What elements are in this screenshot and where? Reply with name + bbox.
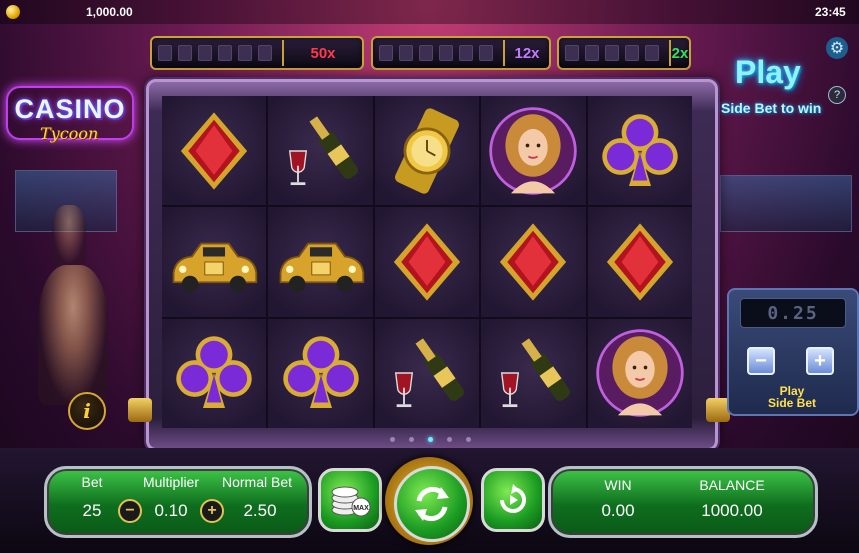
- meter-segment: [625, 45, 639, 61]
- reel-cell-diamond: [481, 207, 586, 317]
- meter-segment: [419, 45, 433, 61]
- meter-segment: [198, 45, 212, 61]
- play-side-bet-label-2: Side Bet: [767, 396, 816, 410]
- multiplier-label: Multiplier: [142, 474, 199, 490]
- normal-bet-label: Normal Bet: [221, 474, 293, 490]
- page-dot: [408, 437, 414, 442]
- side-bet-increase-button[interactable]: +: [806, 347, 834, 375]
- side-bet-value-display: 0.25: [740, 298, 846, 328]
- reel-cell-champagne: [481, 318, 586, 428]
- logo-subtitle: Tycoon: [40, 124, 99, 143]
- meter-segment: [605, 45, 619, 61]
- side-bet-title: Play: [735, 54, 801, 90]
- reel-cell-champagne: [374, 318, 480, 428]
- champagne-symbol-icon: [394, 338, 464, 408]
- autoplay-button[interactable]: [481, 468, 545, 532]
- diamond-symbol-icon: [500, 223, 567, 301]
- club-symbol-icon: [602, 113, 678, 186]
- club-symbol-icon: [282, 336, 359, 409]
- meter-segment: [258, 45, 272, 61]
- balance-value: 1000.00: [701, 501, 763, 520]
- casino-tycoon-logo: CASINO Tycoon: [6, 86, 134, 156]
- normal-bet-value: 2.50: [243, 501, 277, 520]
- clock: 23:45: [815, 5, 846, 19]
- car-symbol-icon: [172, 242, 258, 293]
- car-symbol-icon: [279, 242, 364, 293]
- reel-cell-club: [587, 96, 692, 206]
- reel-cell-car: [162, 207, 267, 317]
- page-dot: [465, 437, 471, 442]
- page-dot: [389, 437, 395, 442]
- meter-segment: [565, 45, 579, 61]
- multiplier-meter-2: 12x: [371, 36, 551, 70]
- info-button[interactable]: i: [68, 392, 106, 430]
- meter-segment: [439, 45, 453, 61]
- reel-cell-diamond: [374, 207, 480, 317]
- multiplier-decrease-button[interactable]: −: [118, 499, 142, 523]
- champagne-symbol-icon: [288, 115, 358, 185]
- meter-segment: [218, 45, 232, 61]
- coin-stack-icon: MAX: [331, 486, 371, 517]
- club-symbol-icon: [176, 336, 252, 409]
- multiplier-value-50x: 50x: [310, 44, 336, 62]
- diamond-symbol-icon: [181, 112, 248, 190]
- max-bet-button[interactable]: MAX: [318, 468, 382, 532]
- win-label: WIN: [604, 477, 632, 493]
- multiplier-value: 0.10: [154, 501, 188, 520]
- multiplier-increase-button[interactable]: +: [200, 499, 224, 523]
- diamond-symbol-icon: [393, 223, 461, 301]
- side-bet-subtitle: Side Bet to win: [721, 100, 822, 116]
- meter-segment: [645, 45, 659, 61]
- page-dot: [427, 437, 433, 442]
- bet-label: Bet: [81, 474, 103, 490]
- coin-icon: [6, 5, 20, 19]
- lady-symbol-icon: [489, 106, 578, 195]
- champagne-symbol-icon: [501, 338, 571, 408]
- side-bet-decrease-button[interactable]: −: [747, 347, 775, 375]
- watch-symbol-icon: [395, 108, 459, 194]
- side-bet-help-icon[interactable]: ?: [828, 86, 846, 104]
- multiplier-meter-3: 2x: [557, 36, 691, 70]
- reel-grid: [162, 96, 692, 428]
- balance-label: BALANCE: [699, 477, 765, 493]
- reel-cell-club: [162, 318, 267, 428]
- background-slot-machines-right: [720, 175, 852, 232]
- bet-value: 25: [82, 501, 102, 520]
- background-woman: [38, 265, 108, 405]
- settings-gear-icon[interactable]: ⚙: [826, 37, 848, 59]
- play-side-bet-button[interactable]: Play Side Bet: [742, 385, 842, 409]
- reel-cell-lady: [481, 96, 586, 206]
- top-balance: 1,000.00: [86, 5, 133, 19]
- background-man: [52, 205, 86, 265]
- frame-ornament-left: [128, 398, 152, 422]
- autoplay-icon: [500, 484, 526, 513]
- reel-cell-watch: [374, 96, 480, 206]
- spin-arrows-icon: [415, 486, 449, 522]
- reel-cell-car: [268, 207, 373, 317]
- multiplier-value-2x: 2x: [671, 44, 689, 62]
- meter-segment: [158, 45, 172, 61]
- meter-segment: [238, 45, 252, 61]
- max-bet-label: MAX: [353, 505, 369, 512]
- meter-segment: [585, 45, 599, 61]
- meter-segment: [399, 45, 413, 61]
- meter-segment: [479, 45, 493, 61]
- diamond-symbol-icon: [606, 223, 673, 301]
- meter-segment: [178, 45, 192, 61]
- lady-symbol-icon: [596, 329, 684, 418]
- win-value: 0.00: [601, 501, 635, 520]
- meter-segment: [459, 45, 473, 61]
- multiplier-meter-1: 50x: [150, 36, 364, 70]
- reel-cell-club: [268, 318, 373, 428]
- reel-page-dots: [380, 437, 480, 447]
- page-dot: [446, 437, 452, 442]
- reel-cell-champagne: [268, 96, 373, 206]
- multiplier-value-12x: 12x: [514, 44, 540, 62]
- meter-segment: [379, 45, 393, 61]
- spin-button[interactable]: [394, 466, 470, 542]
- reel-cell-lady: [587, 318, 692, 428]
- reel-cell-diamond: [587, 207, 692, 317]
- logo-title: CASINO: [14, 94, 126, 124]
- reel-cell-diamond: [162, 96, 267, 206]
